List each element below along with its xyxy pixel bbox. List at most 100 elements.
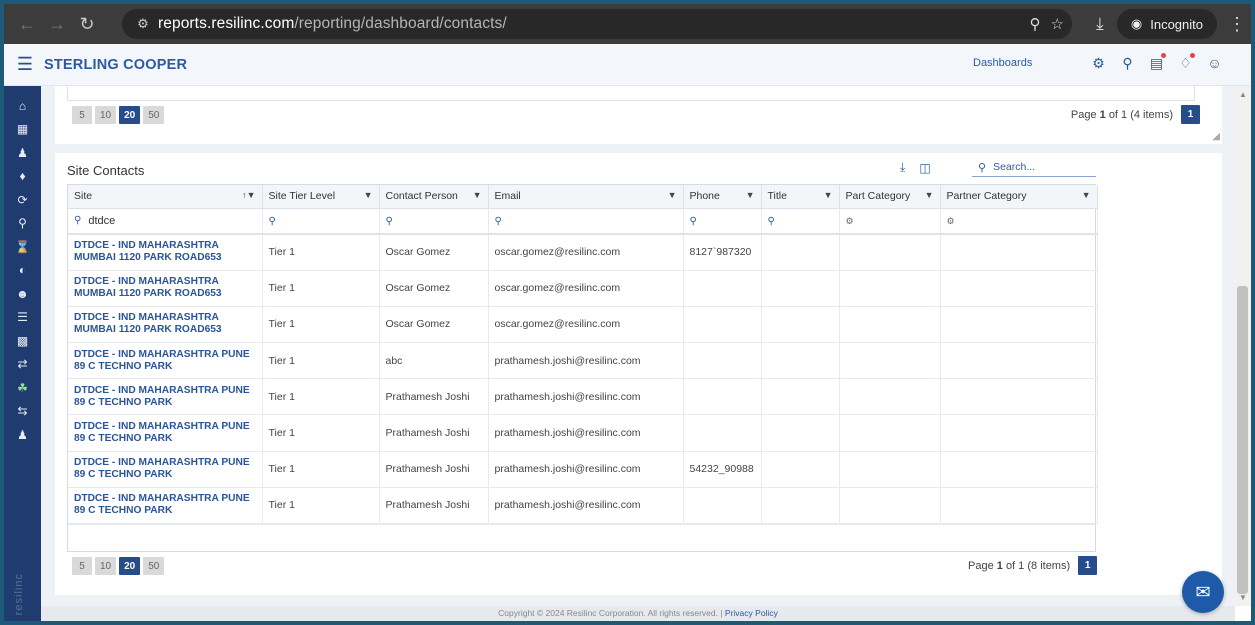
page-size-option[interactable]: 50 [143,557,165,575]
page-scrollbar[interactable]: ▲ ▼ [1235,86,1251,606]
grid-search-input[interactable] [993,161,1084,173]
messages-icon[interactable]: ▤ [1148,53,1166,72]
reload-icon[interactable]: ↻ [72,9,102,39]
filter-icon[interactable]: ▼ [746,190,755,200]
scroll-up-icon[interactable]: ▲ [1239,90,1247,99]
page-size-option[interactable]: 5 [72,106,92,124]
filter-icon[interactable]: ▼ [668,190,677,200]
column-header-part-category[interactable]: Part Category ▼ [839,185,941,209]
notifications-bell-icon[interactable]: ♢ [1177,53,1195,72]
page-size-option-active[interactable]: 20 [119,557,141,575]
top-page-size-selector: 5 10 20 50 [72,106,165,124]
site-cell[interactable]: DTDCE - IND MAHARASHTRA PUNE 89 C TECHNO… [68,451,263,488]
title-cell [761,342,840,380]
filter-icon[interactable]: ▼ [364,190,373,200]
table-row[interactable]: DTDCE - IND MAHARASHTRA PUNE 89 C TECHNO… [68,378,1098,416]
table-row[interactable]: DTDCE - IND MAHARASHTRA MUMBAI 1120 PARK… [68,234,1098,271]
part-category-filter-cell[interactable]: ⚙ [839,208,941,235]
incognito-badge[interactable]: ◉ Incognito [1116,9,1217,39]
table-row[interactable]: DTDCE - IND MAHARASHTRA PUNE 89 C TECHNO… [68,451,1098,488]
hierarchy-icon[interactable]: ♟ [4,141,41,165]
user-settings-icon[interactable]: ☻ [4,282,41,306]
menu-icon[interactable]: ☰ [10,54,40,75]
page-size-option[interactable]: 50 [143,106,165,124]
column-chooser-icon[interactable]: ◫ [919,161,930,175]
site-info-icon[interactable]: ⚙ [128,16,158,32]
privacy-policy-link[interactable]: Privacy Policy [725,608,778,618]
transfer-icon[interactable]: ⇄ [4,353,41,377]
exchange-icon[interactable]: ⇆ [4,400,41,424]
calendar-icon[interactable]: ▦ [4,118,41,142]
gauge-icon[interactable]: ◐ [4,259,41,283]
column-header-email[interactable]: Email ▼ [488,185,684,209]
site-filter-input[interactable] [88,214,229,227]
filter-icon[interactable]: ▼ [473,190,482,200]
page-button[interactable]: 1 [1078,556,1098,575]
analytics-icon[interactable]: ♦ [4,165,41,189]
page-size-option-active[interactable]: 20 [119,106,141,124]
partner-category-filter-cell[interactable]: ⚙ [940,208,1098,235]
eco-icon[interactable]: ☘ [4,376,41,400]
hourglass-icon[interactable]: ⌛ [4,235,41,259]
site-cell[interactable]: DTDCE - IND MAHARASHTRA PUNE 89 C TECHNO… [68,378,263,416]
filter-icon[interactable]: ▼ [824,190,833,200]
title-cell [761,451,840,488]
column-header-partner-category[interactable]: Partner Category ▼ [940,185,1098,209]
chat-support-icon[interactable]: ✉ [1182,571,1224,613]
site-cell[interactable]: DTDCE - IND MAHARASHTRA MUMBAI 1120 PARK… [68,306,263,344]
site-cell[interactable]: DTDCE - IND MAHARASHTRA MUMBAI 1120 PARK… [68,270,263,307]
cycle-icon[interactable]: ⟳ [4,188,41,212]
sort-filter-icon[interactable]: ↑▼ [242,190,255,200]
contact-filter-cell[interactable]: ⚲ [379,208,489,235]
part-category-cell [839,306,941,344]
search-icon[interactable]: ⚲ [1119,55,1136,72]
resize-handle-icon[interactable]: ◢ [1212,131,1220,142]
dashboards-link[interactable]: Dashboards [973,57,1032,69]
filter-icon[interactable]: ▼ [1082,190,1091,200]
table-row[interactable]: DTDCE - IND MAHARASHTRA MUMBAI 1120 PARK… [68,270,1098,307]
title-filter-cell[interactable]: ⚲ [761,208,840,235]
column-header-tier[interactable]: Site Tier Level ▼ [262,185,380,209]
bookmark-star-icon[interactable]: ☆ [1051,15,1064,33]
clipboard-icon[interactable]: ▩ [4,329,41,353]
table-row[interactable]: DTDCE - IND MAHARASHTRA MUMBAI 1120 PARK… [68,306,1098,344]
user-icon[interactable]: ☺ [1206,55,1223,72]
site-cell[interactable]: DTDCE - IND MAHARASHTRA PUNE 89 C TECHNO… [68,487,263,525]
address-bar[interactable]: ⚙ reports.resilinc.com/reporting/dashboa… [122,9,1072,39]
email-filter-cell[interactable]: ⚲ [488,208,684,235]
page-button[interactable]: 1 [1181,105,1200,124]
download-export-icon[interactable]: ⤓ [900,160,905,175]
column-header-site[interactable]: Site ↑▼ [68,185,263,209]
email-cell: prathamesh.joshi@resilinc.com [488,342,684,380]
filter-icon[interactable]: ▼ [925,190,934,200]
user-network-icon[interactable]: ♟ [4,423,41,447]
phone-filter-cell[interactable]: ⚲ [683,208,762,235]
site-cell[interactable]: DTDCE - IND MAHARASHTRA MUMBAI 1120 PARK… [68,234,263,271]
column-header-contact[interactable]: Contact Person ▼ [379,185,489,209]
page-size-option[interactable]: 10 [95,106,117,124]
checklist-icon[interactable]: ☰ [4,306,41,330]
column-header-title[interactable]: Title ▼ [761,185,840,209]
table-row[interactable]: DTDCE - IND MAHARASHTRA PUNE 89 C TECHNO… [68,414,1098,452]
tier-cell: Tier 1 [262,451,380,488]
download-icon[interactable]: ⤓ [1083,14,1117,34]
page-size-option[interactable]: 5 [72,557,92,575]
top-page-info: Page 1 of 1 (4 items) 1 [1071,105,1200,124]
column-header-phone[interactable]: Phone ▼ [683,185,762,209]
table-row[interactable]: DTDCE - IND MAHARASHTRA PUNE 89 C TECHNO… [68,487,1098,525]
home-icon[interactable]: ⌂ [4,94,41,118]
settings-icon[interactable]: ⚙ [1090,55,1107,72]
zoom-icon[interactable]: ⚲ [1030,15,1041,33]
tier-filter-cell[interactable]: ⚲ [262,208,380,235]
scroll-down-icon[interactable]: ▼ [1239,593,1247,602]
site-cell[interactable]: DTDCE - IND MAHARASHTRA PUNE 89 C TECHNO… [68,342,263,380]
scroll-thumb[interactable] [1237,286,1248,594]
table-row[interactable]: DTDCE - IND MAHARASHTRA PUNE 89 C TECHNO… [68,342,1098,380]
page-size-option[interactable]: 10 [95,557,117,575]
site-cell[interactable]: DTDCE - IND MAHARASHTRA PUNE 89 C TECHNO… [68,414,263,452]
back-icon[interactable]: ← [12,9,42,39]
url-text[interactable]: reports.resilinc.com/reporting/dashboard… [158,15,507,33]
search-risk-icon[interactable]: ⚲ [4,212,41,236]
browser-menu-icon[interactable]: ⋮ [1223,14,1251,35]
forward-icon[interactable]: → [42,9,72,39]
